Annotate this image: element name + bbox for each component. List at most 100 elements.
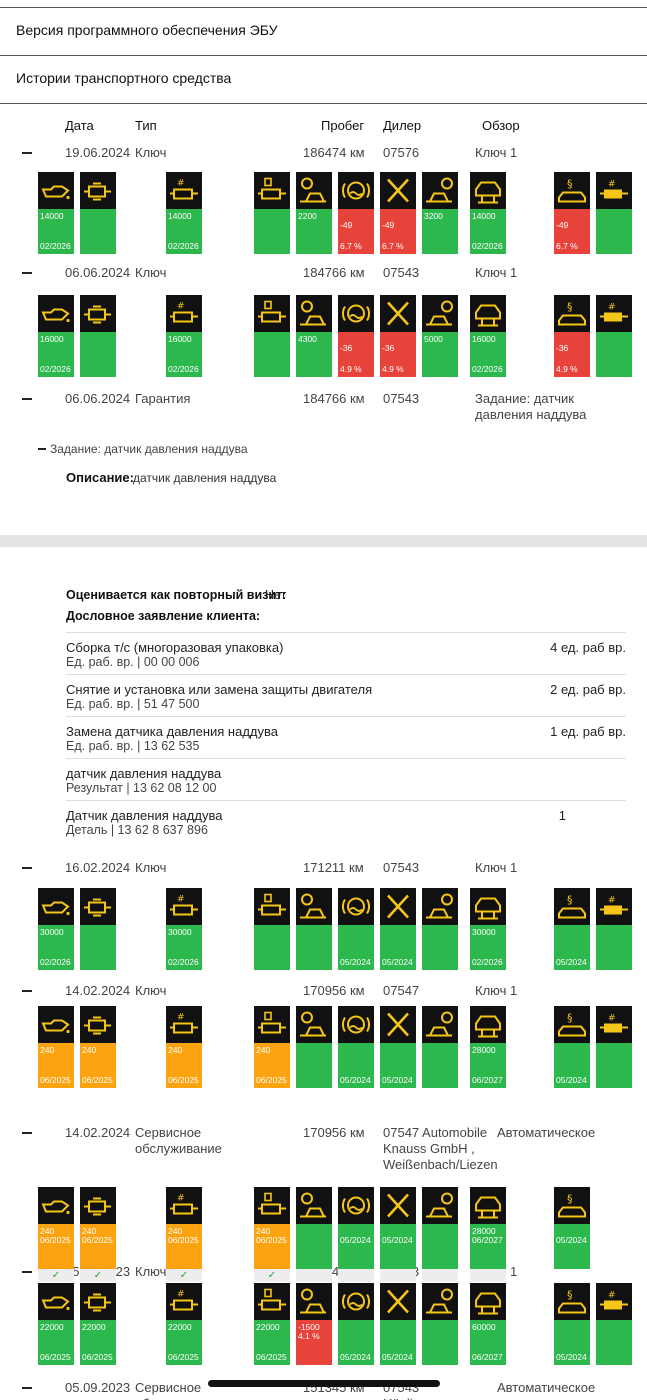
front-brakes-icon [296,1283,332,1320]
service-status-bar: 240 06/2025 [80,1224,116,1269]
service-tile: -36 4.9 % [380,295,416,377]
service-value: 30000 [168,927,192,937]
oil-can-icon [38,172,74,209]
particle-filter-icon [80,1006,116,1043]
service-tile: # [596,888,632,970]
vehicle-check-icon [470,888,506,925]
service-value: 05/2024 [556,957,587,967]
work-item-code: Результат | 13 62 08 12 00 [66,781,217,795]
work-item-title: Снятие и установка или замена защиты дви… [66,682,373,697]
visit-dealer: 07543 [383,391,420,406]
front-brakes-icon [296,295,332,332]
service-tile: 16000 02/2026 [470,295,506,377]
service-status-bar: 05/2024 [338,925,374,970]
service-value: 05/2024 [340,1352,371,1362]
service-value: 60000 [472,1322,496,1332]
visit-type: Гарантия [135,391,191,406]
vehicle-inspection-icon: § [554,1187,590,1224]
service-status-bar: 22000 06/2025 [254,1320,290,1365]
service-tile: 240 06/2025 [80,1006,116,1088]
visit-date: 06.06.2024 [65,265,131,280]
visit-dealer: 07547 Automobile Knauss GmbH , Weißenbac… [383,1125,498,1172]
service-status-bar: 240 06/2025 [80,1043,116,1088]
service-value: 06/2025 [82,1075,113,1085]
service-value: -36 [340,343,353,353]
collapse-icon[interactable] [22,1387,32,1389]
home-indicator[interactable] [208,1380,440,1387]
visit-mileage: 171211 км [303,860,364,875]
svg-text:§: § [567,894,573,907]
service-tile: 05/2024 [380,1187,416,1282]
service-status-bar: -36 4.9 % [380,332,416,377]
service-value: 240 [82,1045,97,1055]
service-tile: § 05/2024 [554,1006,590,1088]
service-value: 4.9 % [382,364,404,374]
particle-filter-icon [80,1187,116,1224]
rear-brakes-icon [422,1187,458,1224]
oil-can-icon [38,1187,74,1224]
service-tile: 05/2024 [338,1006,374,1088]
collapse-icon[interactable] [22,1271,32,1273]
ecu-software-section[interactable]: Версия программного обеспечения ЭБУ [0,8,647,56]
customer-statement-label: Дословное заявление клиента: [66,609,261,623]
work-item-code: Деталь | 13 62 8 637 896 [66,823,208,837]
service-status-bar: -36 4.9 % [554,332,590,377]
service-tile: #16000 02/2026 [166,295,202,377]
service-value: 06/2025 [168,1075,199,1085]
air-filter-icon: # [596,888,632,925]
oil-can-icon [38,888,74,925]
brake-fluid-icon [338,888,374,925]
vehicle-check-icon [470,1187,506,1224]
service-tile [254,888,290,970]
svg-text:§: § [567,178,573,191]
service-status-bar: 5000 [422,332,458,377]
service-value: 06/2027 [472,1235,503,1245]
service-value: 05/2024 [556,1075,587,1085]
collapse-icon[interactable] [22,867,32,869]
visit-overview: Ключ 1 [475,145,518,160]
work-item: Снятие и установка или замена защиты дви… [66,674,626,714]
service-status-bar [254,925,290,970]
service-status-bar: 05/2024 [338,1043,374,1088]
collapse-task-icon[interactable] [38,448,46,450]
service-status-bar: 16000 02/2026 [166,332,202,377]
service-value: 02/2026 [168,364,199,374]
service-value: 4.9 % [556,364,578,374]
collapse-icon[interactable] [22,272,32,274]
service-status-bar: 05/2024 [380,1320,416,1365]
service-tile [422,1006,458,1088]
service-tile: #22000 06/2025 [166,1283,202,1365]
service-tile [422,1283,458,1365]
svg-text:#: # [177,302,185,312]
rear-brakes-icon [422,1283,458,1320]
column-mileage: Пробег [321,118,365,133]
service-status-bar: 30000 02/2026 [38,925,74,970]
collapse-icon[interactable] [22,1132,32,1134]
work-item: Замена датчика давления наддува Ед. раб.… [66,716,626,756]
service-status-bar: 240 06/2025 [38,1224,74,1269]
collapse-icon[interactable] [22,398,32,400]
svg-text:§: § [567,1193,573,1206]
collapse-icon[interactable] [22,990,32,992]
service-tile: § 05/2024 [554,888,590,970]
microfilter-icon: # [166,172,202,209]
fuel-filter-icon [254,888,290,925]
service-tile: -49 6.7 % [380,172,416,254]
service-status-bar: 240 06/2025 [254,1224,290,1269]
service-status-bar [596,1043,632,1088]
front-brakes-icon [296,1187,332,1224]
service-status-bar: 14000 02/2026 [470,209,506,254]
service-tile: 240 06/2025 ✓ [38,1187,74,1282]
visit-dealer: 07576 [383,145,420,160]
service-status-bar: 28000 06/2027 [470,1224,506,1269]
collapse-icon[interactable] [22,152,32,154]
front-brakes-icon [296,1006,332,1043]
task-toggle[interactable]: Задание: датчик давления наддува [50,441,248,457]
vehicle-history-section[interactable]: Истории транспортного средства [0,56,647,104]
service-value: 30000 [472,927,496,937]
service-status-bar: 05/2024 [554,1224,590,1269]
service-status-bar: 05/2024 [380,925,416,970]
visit-date: 06.06.2024 [65,391,131,406]
service-value: 14000 [168,211,192,221]
service-value: 240 [256,1045,271,1055]
